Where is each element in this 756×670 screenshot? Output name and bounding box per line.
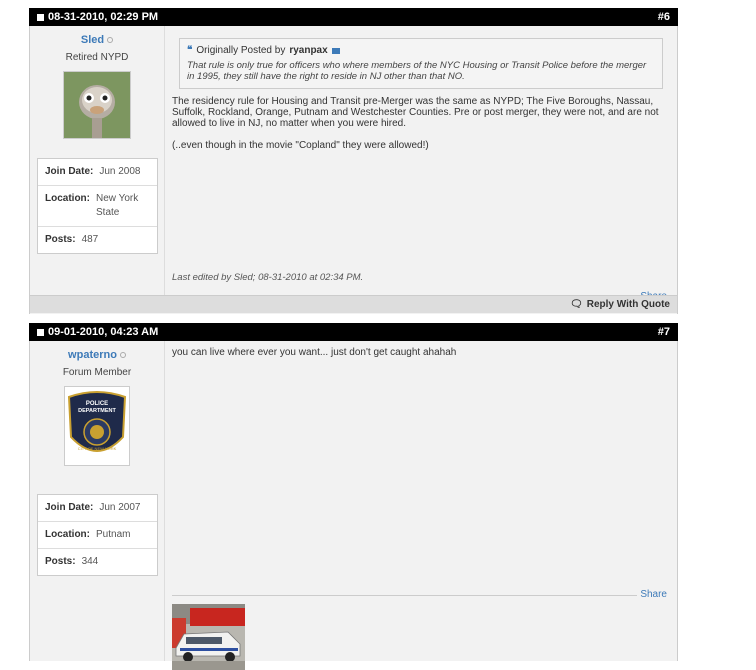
offline-status-icon: [107, 37, 114, 44]
badge-line2: DEPARTMENT: [78, 408, 116, 414]
quote-block: ❝ Originally Posted by ryanpax That rule…: [179, 38, 663, 89]
stat-label: Location:: [45, 193, 90, 204]
quote-prefix: Originally Posted by: [196, 45, 286, 56]
view-post-icon[interactable]: [331, 47, 340, 54]
stat-posts: Posts: 344: [38, 549, 157, 575]
user-stats: Join Date: Jun 2008 Location: New York Sta…: [37, 158, 158, 254]
user-stats: Join Date: Jun 2007 Location: Putnam Posts…: [37, 494, 158, 576]
post-date: 09-01-2010, 04:23 AM: [48, 326, 159, 338]
stat-value: 487: [81, 234, 99, 245]
username-text[interactable]: Sled: [81, 34, 104, 46]
quote-text: That rule is only true for officers who …: [187, 60, 647, 82]
post-number-link[interactable]: #7: [658, 326, 670, 338]
post-date: 08-31-2010, 02:29 PM: [48, 11, 159, 23]
share-link[interactable]: Share: [640, 589, 667, 600]
post-content: you can live where ever you want... just…: [172, 341, 667, 670]
stat-location: Location: New York State: [38, 186, 157, 227]
attachment-thumbnail[interactable]: [172, 604, 245, 670]
stat-value: 344: [81, 556, 99, 567]
stat-label: Join Date:: [45, 502, 94, 513]
badge-line1: POLICE: [86, 401, 108, 407]
post-body: Sled Retired NYPD Join Date: Jun 2008 Loc…: [29, 26, 678, 302]
post-6: 08-31-2010, 02:29 PM #6 Sled Retired NYP…: [29, 8, 678, 314]
username-text[interactable]: wpaterno: [68, 349, 117, 361]
stat-value: Jun 2008: [99, 166, 141, 177]
stat-value: Putnam: [96, 529, 131, 540]
userinfo: Sled Retired NYPD Join Date: Jun 2008 Loc…: [30, 26, 165, 295]
user-title: Forum Member: [62, 367, 132, 378]
stat-join-date: Join Date: Jun 2007: [38, 495, 157, 522]
stat-label: Join Date:: [45, 166, 94, 177]
username-link[interactable]: Sled: [30, 34, 164, 46]
message-text-2: (..even though in the movie "Copland" th…: [172, 140, 429, 151]
edited-note: Last edited by Sled; 08-31-2010 at 02:34…: [172, 272, 364, 283]
avatar[interactable]: [63, 71, 131, 139]
post-7: 09-01-2010, 04:23 AM #7 wpaterno Forum M…: [29, 323, 678, 670]
post-content: ❝ Originally Posted by ryanpax That rule…: [172, 26, 667, 302]
avatar[interactable]: POLICE DEPARTMENT CITY OF NEW YORK: [64, 386, 130, 466]
message-text: you can live where ever you want... just…: [172, 347, 457, 358]
stat-value: Jun 2007: [99, 502, 141, 513]
reply-icon: 🗨: [570, 299, 583, 310]
quote-header: ❝ Originally Posted by ryanpax: [187, 45, 655, 56]
post-body: wpaterno Forum Member POLICE DEPARTMENT …: [29, 341, 678, 670]
post-header: 09-01-2010, 04:23 AM #7: [29, 323, 678, 341]
stat-label: Location:: [45, 529, 90, 540]
quote-author: ryanpax: [289, 45, 328, 56]
post-footer-wrap: 🗨 Reply With Quote: [29, 295, 678, 314]
userinfo: wpaterno Forum Member POLICE DEPARTMENT …: [30, 341, 165, 661]
post-icon: [37, 328, 44, 336]
badge-line3: CITY OF NEW YORK: [78, 446, 117, 451]
post-icon: [37, 13, 44, 21]
police-badge-icon: POLICE DEPARTMENT CITY OF NEW YORK: [67, 391, 127, 452]
stat-label: Posts:: [45, 234, 76, 245]
stat-label: Posts:: [45, 556, 76, 567]
ostrich-avatar-icon: [64, 72, 130, 138]
police-car-image-icon: [172, 604, 245, 670]
post-header: 08-31-2010, 02:29 PM #6: [29, 8, 678, 26]
offline-status-icon: [119, 352, 126, 359]
username-link[interactable]: wpaterno: [30, 349, 164, 361]
user-title: Retired NYPD: [65, 52, 129, 63]
stat-location: Location: Putnam: [38, 522, 157, 549]
post-number-link[interactable]: #6: [658, 11, 670, 23]
post-footer: 🗨 Reply With Quote: [30, 295, 677, 313]
message-text: The residency rule for Housing and Trans…: [172, 96, 659, 129]
stat-posts: Posts: 487: [38, 227, 157, 253]
divider: [172, 595, 637, 596]
quote-icon: ❝: [187, 45, 193, 56]
reply-with-quote-button[interactable]: Reply With Quote: [587, 299, 670, 310]
stat-value: New York State: [96, 193, 139, 218]
stat-join-date: Join Date: Jun 2008: [38, 159, 157, 186]
